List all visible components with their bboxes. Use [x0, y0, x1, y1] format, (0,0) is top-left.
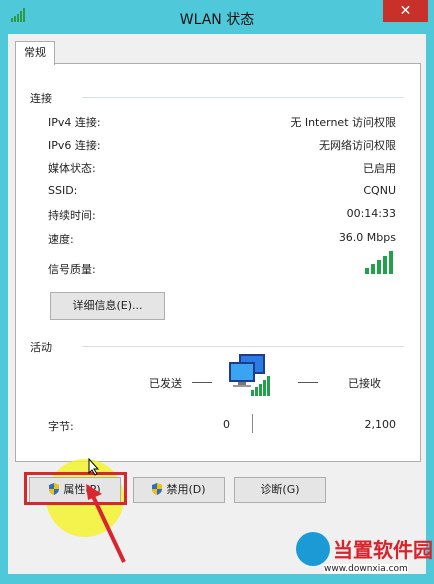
- tab-general[interactable]: 常规: [15, 41, 55, 65]
- signal-bar: [371, 264, 375, 274]
- duration-label: 持续时间:: [48, 209, 96, 222]
- ipv4-value: 无 Internet 访问权限: [290, 116, 396, 129]
- network-computer-icon: [229, 354, 270, 396]
- details-button[interactable]: 详细信息(E)...: [50, 292, 165, 320]
- bytes-separator: [252, 414, 253, 433]
- disable-button-label: 禁用(D): [166, 483, 206, 496]
- signal-bar: [383, 256, 387, 274]
- general-tab-panel: 连接 IPv4 连接: 无 Internet 访问权限 IPv6 连接: 无网络…: [15, 63, 421, 462]
- watermark-site: www.downxia.com: [324, 564, 408, 574]
- speed-value: 36.0 Mbps: [338, 231, 396, 244]
- activity-section-label: 活动: [30, 341, 52, 354]
- media-state-value: 已启用: [363, 162, 396, 175]
- bytes-sent-value: 0: [223, 418, 230, 431]
- diagnose-button[interactable]: 诊断(G): [234, 477, 326, 503]
- wlan-status-window: WLAN 状态 ✕ 常规 连接 IPv4 连接: 无 Internet 访问权限…: [0, 0, 434, 584]
- annotation-arrow: [86, 484, 126, 563]
- close-button[interactable]: ✕: [383, 0, 428, 22]
- speed-label: 速度:: [48, 233, 74, 246]
- section-divider: [82, 97, 404, 98]
- mouse-cursor-icon: [88, 458, 100, 476]
- received-label: 已接收: [348, 377, 381, 390]
- bytes-received-value: 2,100: [364, 418, 397, 431]
- ipv6-label: IPv6 连接:: [48, 139, 101, 152]
- ipv4-label: IPv4 连接:: [48, 116, 101, 129]
- signal-bar: [377, 260, 381, 274]
- signal-bar: [389, 251, 393, 274]
- received-line: [298, 382, 318, 383]
- sent-line: [192, 382, 212, 383]
- disable-button[interactable]: 禁用(D): [133, 477, 225, 503]
- bytes-label: 字节:: [48, 420, 74, 433]
- window-title: WLAN 状态: [179, 12, 255, 28]
- close-icon: ✕: [399, 3, 412, 19]
- ipv6-value: 无网络访问权限: [319, 139, 396, 152]
- connection-section-label: 连接: [30, 92, 52, 105]
- sent-label: 已发送: [149, 377, 182, 390]
- signal-quality-icon: [365, 251, 395, 274]
- signal-bar: [365, 268, 369, 274]
- ssid-label: SSID:: [48, 184, 78, 197]
- section-divider: [82, 346, 404, 347]
- watermark-brand: 当置软件园: [333, 538, 433, 562]
- watermark-logo: [296, 532, 330, 566]
- media-state-label: 媒体状态:: [48, 162, 96, 175]
- signal-quality-label: 信号质量:: [48, 263, 96, 276]
- title-bar[interactable]: WLAN 状态 ✕: [0, 0, 434, 34]
- dialog-client-area: 常规 连接 IPv4 连接: 无 Internet 访问权限 IPv6 连接: …: [8, 34, 426, 574]
- uac-shield-icon: [152, 483, 163, 495]
- ssid-value: CQNU: [363, 184, 396, 197]
- duration-value: 00:14:33: [346, 207, 396, 220]
